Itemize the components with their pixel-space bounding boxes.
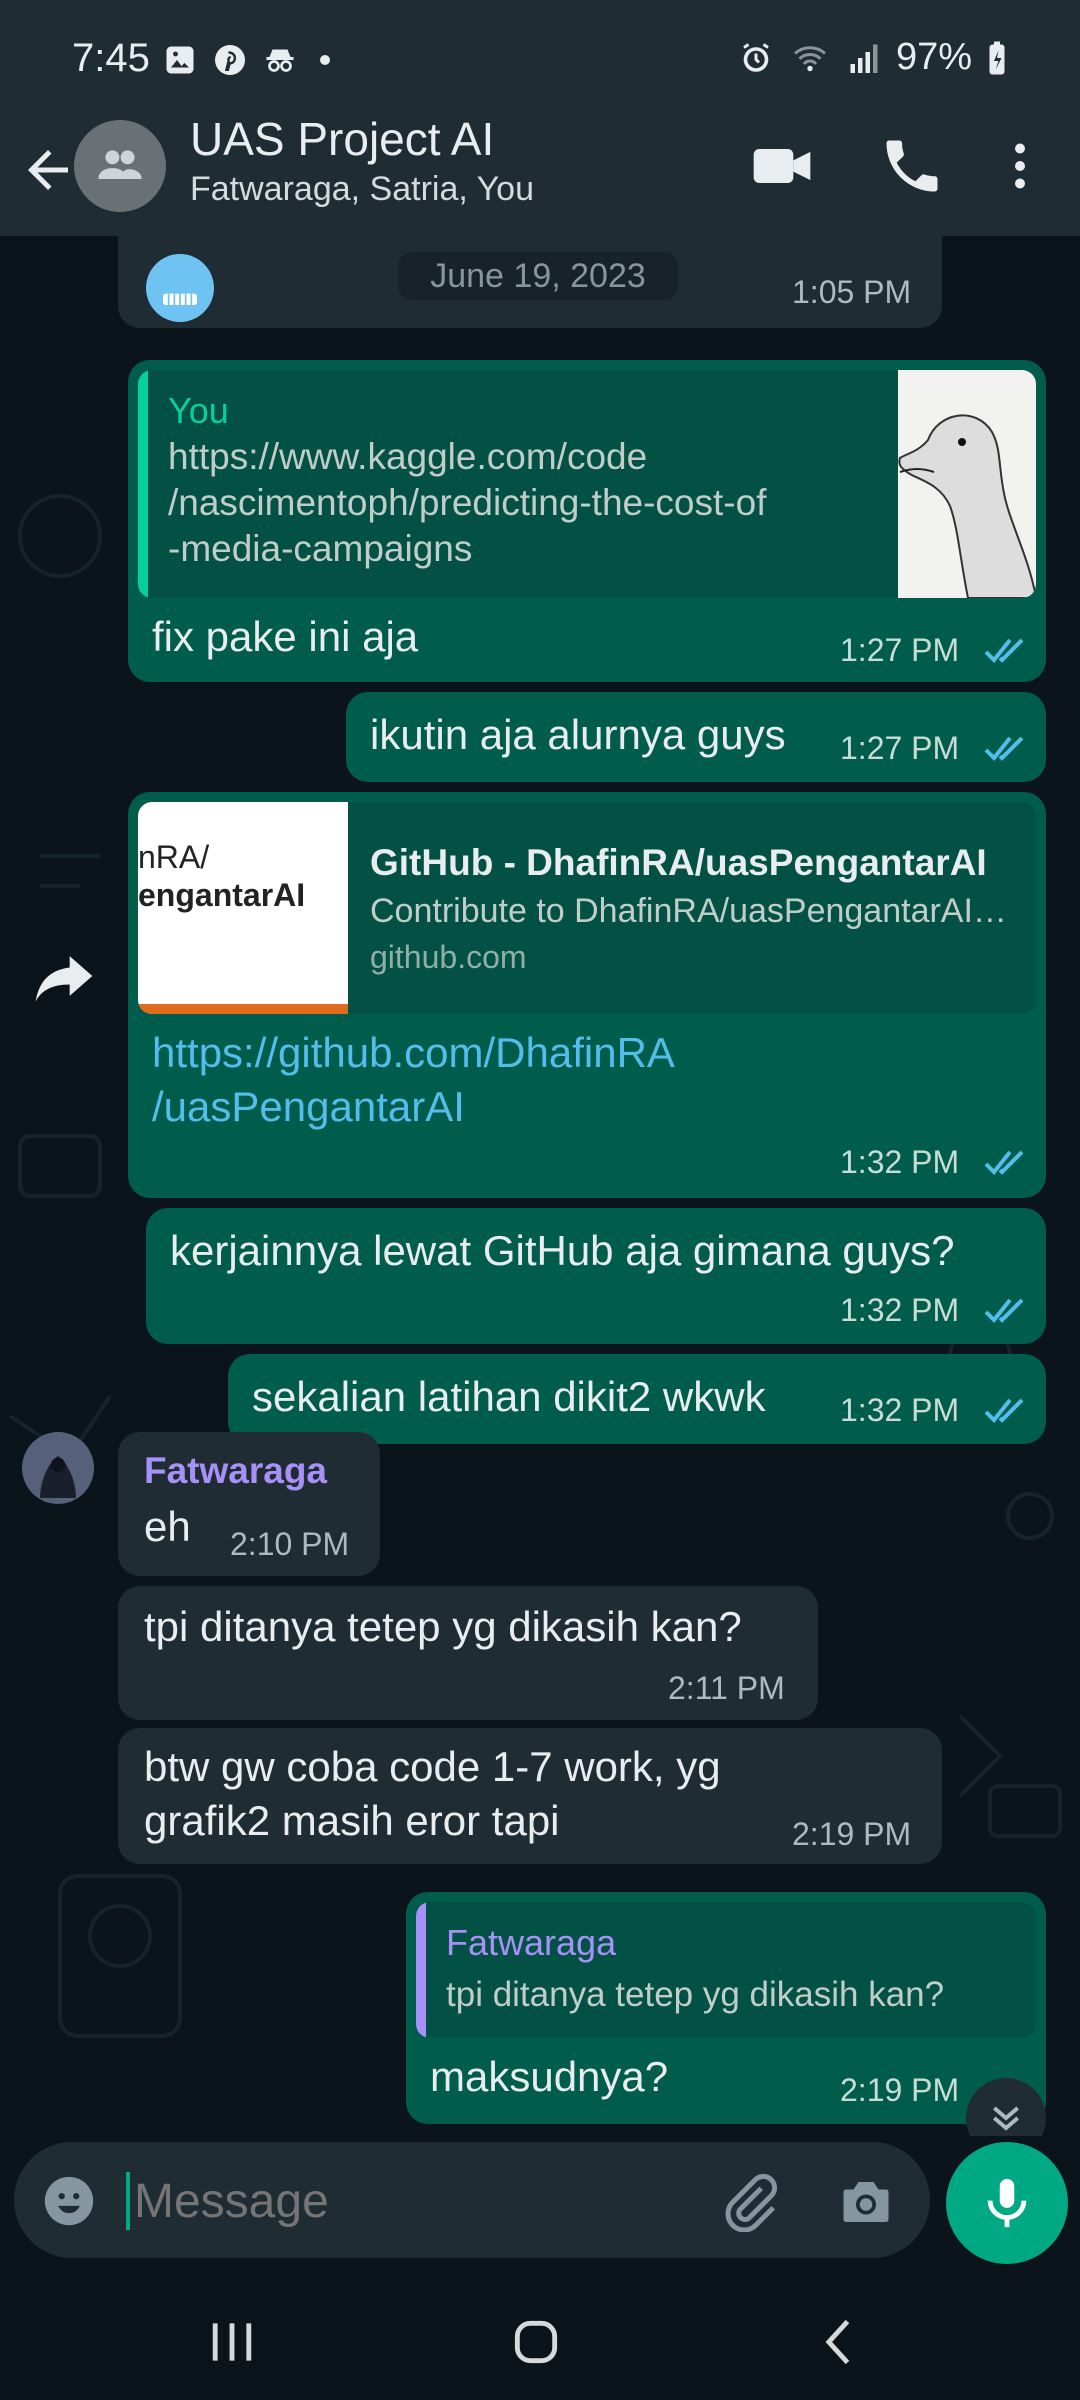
read-ticks-icon	[984, 736, 1024, 761]
quote-text: tpi ditanya tetep yg dikasih kan?	[446, 1975, 945, 2014]
status-right: 97%	[738, 36, 1008, 79]
message-text: sekalian latihan dikit2 wkwk	[252, 1373, 766, 1420]
message-time: 1:27 PM	[840, 632, 960, 668]
group-icon	[98, 150, 142, 179]
message-bubble-incoming[interactable]: Fatwaraga eh 2:10 PM	[118, 1432, 380, 1576]
sender-avatar[interactable]	[22, 1432, 94, 1504]
message-list[interactable]: June 19, 2023 1:05 PM You https://www.ka…	[0, 236, 1080, 2136]
message-text: fix pake ini aja	[152, 613, 419, 660]
quote-accent-bar	[416, 1902, 426, 2038]
message-time: 1:27 PM	[840, 730, 960, 766]
goose-thumbnail	[898, 370, 1036, 598]
chat-title[interactable]: UAS Project AI	[190, 112, 494, 166]
battery-icon	[989, 41, 1005, 74]
link-preview-thumbnail: nRA/ engantarAI	[138, 802, 348, 1014]
message-bubble-outgoing[interactable]: sekalian latihan dikit2 wkwk 1:32 PM	[228, 1354, 1046, 1444]
back-nav-icon[interactable]	[812, 2314, 868, 2370]
text-cursor	[126, 2172, 130, 2230]
pinterest-icon	[215, 45, 245, 75]
status-time: 7:45	[72, 36, 150, 80]
message-input[interactable]	[134, 2166, 694, 2236]
home-icon[interactable]	[508, 2314, 564, 2370]
video-call-icon[interactable]	[748, 132, 816, 200]
chat-members[interactable]: Fatwaraga, Satria, You	[190, 170, 534, 209]
microphone-icon	[987, 2178, 1027, 2228]
link-preview[interactable]: nRA/ engantarAI GitHub - DhafinRA/uasPen…	[138, 802, 1036, 1014]
message-time: 2:10 PM	[230, 1526, 350, 1562]
message-time: 2:19 PM	[840, 2072, 960, 2108]
message-text: grafik2 masih eror tapi	[144, 1797, 560, 1844]
message-bubble-incoming[interactable]: tpi ditanya tetep yg dikasih kan? 2:11 P…	[118, 1586, 818, 1720]
incognito-icon	[266, 49, 294, 72]
thumbnail-text: engantarAI	[138, 877, 306, 913]
message-text: tpi ditanya tetep yg dikasih kan?	[144, 1603, 742, 1650]
read-ticks-icon	[984, 1298, 1024, 1323]
quoted-message[interactable]: You https://www.kaggle.com/code /nascime…	[138, 370, 1036, 598]
message-time: 1:32 PM	[840, 1292, 960, 1328]
emoji-icon[interactable]	[40, 2172, 98, 2230]
message-text: ikutin aja alurnya guys	[370, 711, 786, 758]
group-avatar[interactable]	[74, 120, 166, 212]
message-time: 1:32 PM	[840, 1144, 960, 1180]
read-ticks-icon	[984, 638, 1024, 663]
alarm-icon	[743, 42, 769, 72]
quote-text-line: -media-campaigns	[168, 528, 473, 569]
message-bubble-incoming[interactable]: btw gw coba code 1-7 work, yg grafik2 ma…	[118, 1728, 942, 1864]
message-time: 2:11 PM	[668, 1670, 785, 1706]
recent-apps-icon[interactable]	[204, 2314, 260, 2370]
gallery-icon	[166, 46, 194, 74]
more-options-icon[interactable]	[990, 132, 1050, 200]
battery-percent: 97%	[895, 36, 972, 78]
message-bubble-incoming[interactable]: June 19, 2023 1:05 PM	[118, 236, 942, 328]
link-preview-domain: github.com	[370, 939, 527, 975]
quote-text-line: /nascimentoph/predicting-the-cost-of	[168, 482, 767, 523]
double-chevron-down-icon	[993, 2106, 1019, 2131]
message-text: eh	[144, 1503, 191, 1550]
sender-name[interactable]: Fatwaraga	[144, 1444, 327, 1498]
quoted-message[interactable]: Fatwaraga tpi ditanya tetep yg dikasih k…	[416, 1902, 1036, 2038]
quote-text-line: https://www.kaggle.com/code	[168, 436, 648, 477]
camera-icon[interactable]	[836, 2172, 896, 2232]
wifi-icon	[793, 45, 826, 71]
message-bubble-outgoing[interactable]: kerjainnya lewat GitHub aja gimana guys?…	[146, 1208, 1046, 1344]
quote-accent-bar	[138, 370, 148, 598]
message-text: maksudnya?	[430, 2053, 669, 2100]
quote-author: You	[168, 390, 229, 431]
message-bubble-outgoing[interactable]: nRA/ engantarAI GitHub - DhafinRA/uasPen…	[128, 792, 1046, 1198]
message-bubble-outgoing[interactable]: Fatwaraga tpi ditanya tetep yg dikasih k…	[406, 1892, 1046, 2124]
read-ticks-icon	[984, 1398, 1024, 1423]
voice-message-button[interactable]	[946, 2142, 1068, 2264]
cold-face-emoji	[146, 254, 214, 322]
message-composer	[14, 2142, 930, 2258]
message-bubble-outgoing[interactable]: ikutin aja alurnya guys 1:27 PM	[346, 692, 1046, 782]
message-link[interactable]: /uasPengantarAI	[152, 1080, 465, 1134]
link-preview-title: GitHub - DhafinRA/uasPengantarAI	[370, 842, 987, 883]
message-bubble-outgoing[interactable]: You https://www.kaggle.com/code /nascime…	[128, 360, 1046, 682]
date-chip: June 19, 2023	[398, 252, 678, 300]
back-arrow-icon[interactable]	[18, 140, 78, 200]
forward-icon[interactable]	[30, 942, 98, 1010]
read-ticks-icon	[984, 1150, 1024, 1175]
message-time: 2:19 PM	[792, 1816, 912, 1852]
quote-author: Fatwaraga	[446, 1922, 617, 1963]
attach-icon[interactable]	[720, 2172, 780, 2232]
system-nav-bar	[0, 2276, 1080, 2400]
message-text: kerjainnya lewat GitHub aja gimana guys?	[170, 1227, 955, 1274]
message-text: btw gw coba code 1-7 work, yg	[144, 1743, 721, 1790]
message-time: 1:05 PM	[792, 274, 912, 310]
message-link[interactable]: https://github.com/DhafinRA	[152, 1026, 675, 1080]
voice-call-icon[interactable]	[878, 132, 946, 200]
more-notifications-dot	[320, 55, 330, 65]
chat-header: UAS Project AI Fatwaraga, Satria, You	[0, 113, 1080, 236]
status-bar: 7:45 97%	[0, 0, 1080, 120]
message-time: 1:32 PM	[840, 1392, 960, 1428]
signal-icon	[850, 44, 878, 73]
notification-icons	[162, 42, 330, 78]
